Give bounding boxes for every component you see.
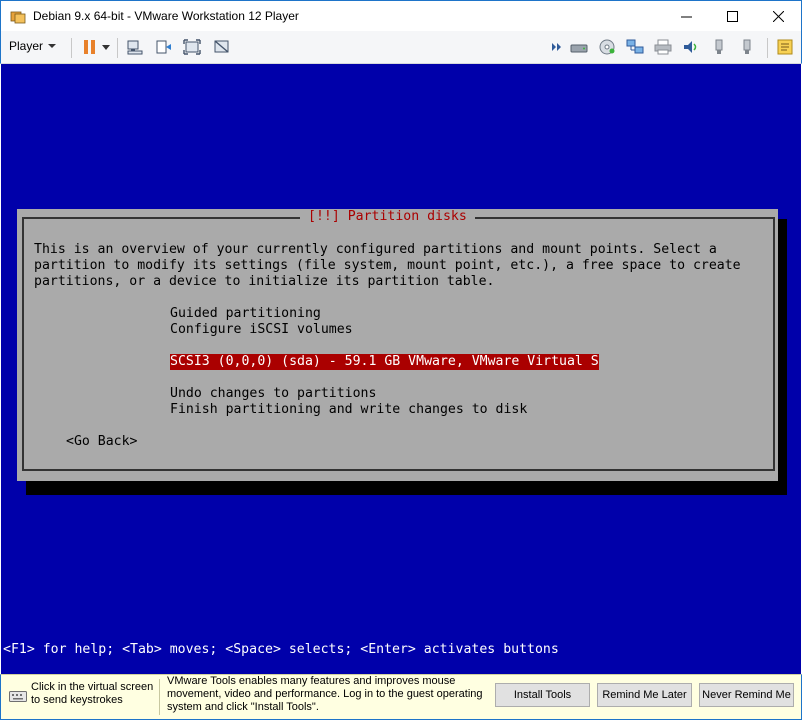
chevron-double-right-icon[interactable] bbox=[551, 39, 563, 55]
dialog-title: [!!] Partition disks bbox=[300, 209, 475, 225]
vmware-tools-notification-bar: Click in the virtual screen to send keys… bbox=[0, 674, 802, 720]
remind-me-later-button[interactable]: Remind Me Later bbox=[597, 683, 692, 707]
toolbar-separator bbox=[117, 38, 118, 58]
option-disk-sda-selected[interactable]: SCSI3 (0,0,0) (sda) - 59.1 GB VMware, VM… bbox=[170, 354, 599, 370]
window-title: Debian 9.x 64-bit - VMware Workstation 1… bbox=[33, 9, 299, 23]
option-guided-partitioning[interactable]: Guided partitioning bbox=[170, 306, 321, 322]
go-back-button[interactable]: <Go Back> bbox=[66, 434, 137, 450]
partition-disks-dialog: [!!] Partition disks This is an overview… bbox=[17, 209, 778, 481]
unity-icon[interactable] bbox=[213, 39, 231, 55]
chevron-down-icon[interactable] bbox=[101, 39, 111, 55]
toolbar-separator bbox=[767, 38, 768, 58]
full-screen-icon[interactable] bbox=[183, 39, 201, 55]
network-icon[interactable] bbox=[626, 39, 644, 55]
vmware-app-icon bbox=[10, 11, 26, 24]
intro-text-line-1: This is an overview of your currently co… bbox=[34, 242, 717, 257]
message-line-2: movement, video and performance. Log in … bbox=[167, 688, 483, 700]
message-line-3: system and click "Install Tools". bbox=[167, 701, 319, 713]
ctrl-alt-del-icon[interactable] bbox=[126, 39, 144, 55]
toolbar-separator bbox=[71, 38, 72, 58]
player-menu-label: Player bbox=[9, 39, 44, 53]
keyboard-icon bbox=[9, 691, 27, 702]
window-title-bar: Debian 9.x 64-bit - VMware Workstation 1… bbox=[0, 0, 802, 31]
virtual-machine-screen[interactable]: [!!] Partition disks This is an overview… bbox=[1, 64, 801, 674]
intro-text-line-3: partitions, or a device to initialize it… bbox=[34, 274, 495, 289]
option-configure-iscsi[interactable]: Configure iSCSI volumes bbox=[170, 322, 353, 338]
notification-separator bbox=[159, 679, 160, 715]
cd-icon[interactable] bbox=[598, 39, 616, 55]
printer-icon[interactable] bbox=[654, 39, 672, 55]
keystroke-hint: Click in the virtual screen to send keys… bbox=[31, 681, 161, 707]
vmware-tools-message: VMware Tools enables many features and i… bbox=[167, 675, 497, 714]
hint-line-1: Click in the virtual screen bbox=[31, 681, 154, 693]
option-undo-changes[interactable]: Undo changes to partitions bbox=[170, 386, 376, 402]
player-menu-button[interactable]: Player bbox=[9, 39, 57, 53]
close-icon bbox=[772, 10, 784, 22]
hint-line-2: to send keystrokes bbox=[31, 694, 123, 706]
install-tools-button[interactable]: Install Tools bbox=[495, 683, 590, 707]
usb-icon-2[interactable] bbox=[738, 39, 756, 55]
intro-text-line-2: partition to modify its settings (file s… bbox=[34, 258, 741, 273]
pause-icon[interactable] bbox=[81, 39, 99, 55]
option-finish-partitioning[interactable]: Finish partitioning and write changes to… bbox=[170, 402, 527, 418]
installer-help-line: <F1> for help; <Tab> moves; <Space> sele… bbox=[3, 642, 559, 657]
never-remind-me-button[interactable]: Never Remind Me bbox=[699, 683, 794, 707]
close-button[interactable] bbox=[755, 1, 801, 31]
messages-icon[interactable] bbox=[776, 39, 794, 55]
maximize-icon bbox=[726, 10, 738, 22]
sound-icon[interactable] bbox=[682, 39, 700, 55]
player-toolbar: Player bbox=[0, 31, 802, 64]
usb-icon[interactable] bbox=[710, 39, 728, 55]
minimize-icon bbox=[680, 16, 692, 17]
maximize-button[interactable] bbox=[709, 1, 755, 31]
message-line-1: VMware Tools enables many features and i… bbox=[167, 675, 456, 687]
chevron-down-icon bbox=[48, 44, 57, 48]
minimize-button[interactable] bbox=[663, 1, 709, 31]
fit-guest-icon[interactable] bbox=[155, 39, 173, 55]
hard-disk-icon[interactable] bbox=[570, 39, 588, 55]
